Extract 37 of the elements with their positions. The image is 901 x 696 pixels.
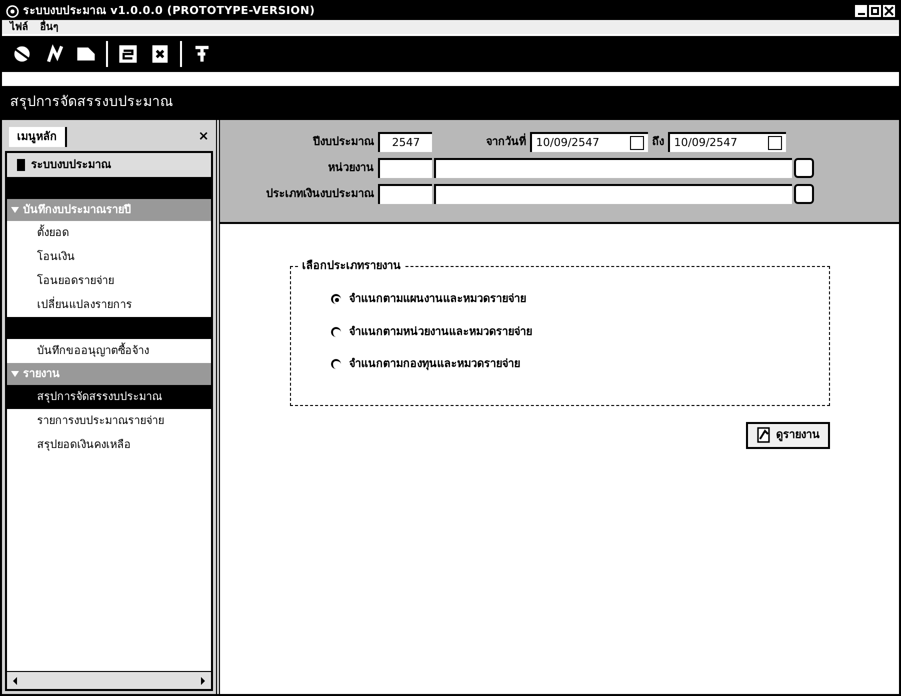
maximize-icon[interactable]: [869, 5, 881, 17]
year-field[interactable]: 2547: [378, 132, 432, 152]
sidebar-tab[interactable]: เมนูหลัก: [9, 126, 67, 148]
calendar-icon[interactable]: [768, 136, 782, 150]
lookup-button[interactable]: [794, 184, 814, 204]
calendar-icon[interactable]: [630, 136, 644, 150]
field-label: ประเภทเงินงบประมาณ: [265, 186, 375, 202]
expanded-icon: [11, 370, 19, 378]
horizontal-scrollbar[interactable]: [7, 671, 211, 689]
scroll-left-icon[interactable]: [11, 676, 19, 686]
window-title: ระบบงบประมาณ v1.0.0.0 (PROTOTYPE-VERSION): [23, 2, 315, 19]
scroll-right-icon[interactable]: [199, 676, 207, 686]
close-button[interactable]: ×: [198, 127, 209, 147]
name-field[interactable]: [434, 184, 792, 204]
code-field[interactable]: [378, 158, 432, 178]
minimize-icon[interactable]: [855, 5, 867, 17]
radio-option[interactable]: จำแนกตามแผนงานและหมวดรายจ่าย: [331, 291, 829, 308]
code-field[interactable]: [378, 184, 432, 204]
date-field[interactable]: 10/09/2547: [668, 132, 786, 152]
field-label: จากวันที่: [486, 134, 526, 150]
page-title: สรุปการจัดสรรงบประมาณ: [10, 92, 173, 112]
menu-item[interactable]: ไฟล์: [10, 20, 28, 34]
field-label: ถึง: [652, 134, 664, 150]
name-field[interactable]: [434, 158, 792, 178]
app-icon: [6, 4, 19, 18]
field-label: ปีงบประมาณ: [312, 134, 375, 150]
radio-option[interactable]: จำแนกตามกองทุนและหมวดรายจ่าย: [331, 356, 829, 372]
expanded-icon: [11, 206, 19, 214]
sidebar-item[interactable]: สรุปการจัดสรรงบประมาณ: [7, 385, 211, 409]
field-label: หน่วยงาน: [327, 160, 375, 176]
date-field[interactable]: 10/09/2547: [530, 132, 648, 152]
report-icon: [756, 427, 772, 444]
view-report-button[interactable]: ดูรายงาน: [746, 422, 830, 448]
menu-item[interactable]: อื่นๆ: [40, 20, 58, 34]
close-icon[interactable]: [883, 5, 895, 17]
lookup-button[interactable]: [794, 158, 814, 178]
radio-option[interactable]: จำแนกตามหน่วยงานและหมวดรายจ่าย: [331, 324, 829, 340]
